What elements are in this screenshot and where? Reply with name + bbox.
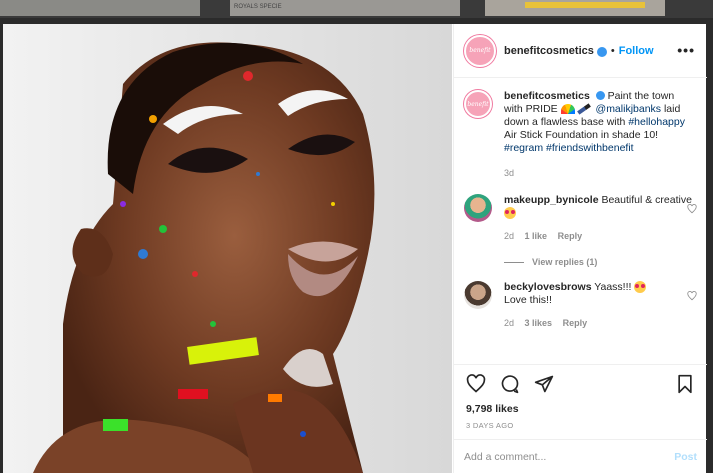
more-options-icon[interactable]: •••: [677, 42, 695, 58]
post-comment-button[interactable]: Post: [674, 451, 697, 463]
post-actions: 9,798 likes 3 DAYS AGO: [454, 364, 707, 439]
avatar-logo-text: benefit: [469, 47, 491, 54]
post-photo[interactable]: [3, 24, 452, 473]
verified-badge-icon: [596, 46, 607, 57]
comment-item: makeupp_bynicole Beautiful & creative 2d…: [464, 194, 697, 243]
caption-author-avatar[interactable]: benefit: [464, 90, 492, 118]
like-heart-icon[interactable]: [466, 374, 486, 394]
separator-dot: •: [610, 44, 615, 57]
author-username[interactable]: benefitcosmetics: [504, 45, 594, 57]
reply-button[interactable]: Reply: [558, 231, 583, 241]
post-sidebar: benefit benefitcosmetics • Follow ••• be…: [453, 24, 707, 473]
heart-eyes-emoji-icon: [634, 281, 647, 294]
add-comment-input[interactable]: [464, 450, 675, 463]
background-thumbnail: [485, 0, 665, 16]
background-thumbnail: ROYALS SPECIE: [230, 0, 460, 16]
likes-count[interactable]: 9,798 likes: [466, 403, 695, 415]
post-caption: benefit benefitcosmetics Paint the town …: [464, 90, 697, 180]
commenter-username[interactable]: beckylovesbrows: [504, 281, 592, 293]
share-send-icon[interactable]: [534, 374, 554, 394]
reply-button[interactable]: Reply: [563, 318, 588, 328]
post-date[interactable]: 3 DAYS AGO: [466, 421, 695, 430]
heart-eyes-emoji-icon: [504, 207, 516, 220]
background-caption: ROYALS SPECIE: [234, 4, 282, 10]
add-comment-bar: Post: [454, 439, 707, 473]
save-bookmark-icon[interactable]: [675, 374, 695, 394]
comment-text: Yaass!!!: [594, 281, 635, 293]
hashtag-link[interactable]: #friendswithbenefit: [546, 142, 634, 154]
comment-bubble-icon[interactable]: [500, 374, 520, 394]
caption-text-3: Air Stick Foundation in shade 10!: [504, 129, 659, 141]
commenter-avatar[interactable]: [464, 194, 492, 222]
comment-text-2: Love this!!: [504, 294, 552, 306]
comment-age[interactable]: 2d: [504, 231, 514, 241]
view-replies-button[interactable]: View replies (1): [504, 257, 697, 267]
commenter-username[interactable]: makeupp_bynicole: [504, 194, 599, 206]
hashtag-link[interactable]: #hellohappy: [628, 116, 685, 128]
verified-badge-icon: [595, 91, 605, 100]
post-modal: benefit benefitcosmetics • Follow ••• be…: [3, 24, 707, 473]
like-comment-heart-icon[interactable]: [687, 204, 697, 214]
like-comment-heart-icon[interactable]: [687, 291, 697, 301]
avatar-logo-text: benefit: [467, 100, 489, 108]
comment-text: Beautiful & creative: [601, 194, 692, 206]
hashtag-link[interactable]: #regram: [504, 142, 543, 154]
comment-item: beckylovesbrows Yaass!!! Love this!! 2d …: [464, 281, 697, 330]
comments-list[interactable]: benefit benefitcosmetics Paint the town …: [454, 78, 707, 364]
post-header: benefit benefitcosmetics • Follow •••: [454, 24, 707, 78]
view-replies-label: View replies (1): [532, 257, 598, 267]
comment-age[interactable]: 2d: [504, 318, 514, 328]
comment-likes[interactable]: 3 likes: [525, 318, 553, 328]
follow-button[interactable]: Follow: [619, 45, 654, 57]
caption-username[interactable]: benefitcosmetics: [504, 90, 590, 102]
caption-age[interactable]: 3d: [504, 168, 514, 178]
background-page-strip: ROYALS SPECIE: [0, 0, 713, 18]
portrait-image: [3, 24, 452, 473]
paintbrush-emoji-icon: [576, 103, 591, 115]
comment-likes[interactable]: 1 like: [525, 231, 548, 241]
author-avatar[interactable]: benefit: [464, 34, 496, 67]
mention-link[interactable]: @malikjbanks: [596, 103, 662, 115]
commenter-avatar[interactable]: [464, 281, 492, 309]
rainbow-emoji-icon: [560, 104, 575, 115]
background-thumbnail: [0, 0, 200, 16]
